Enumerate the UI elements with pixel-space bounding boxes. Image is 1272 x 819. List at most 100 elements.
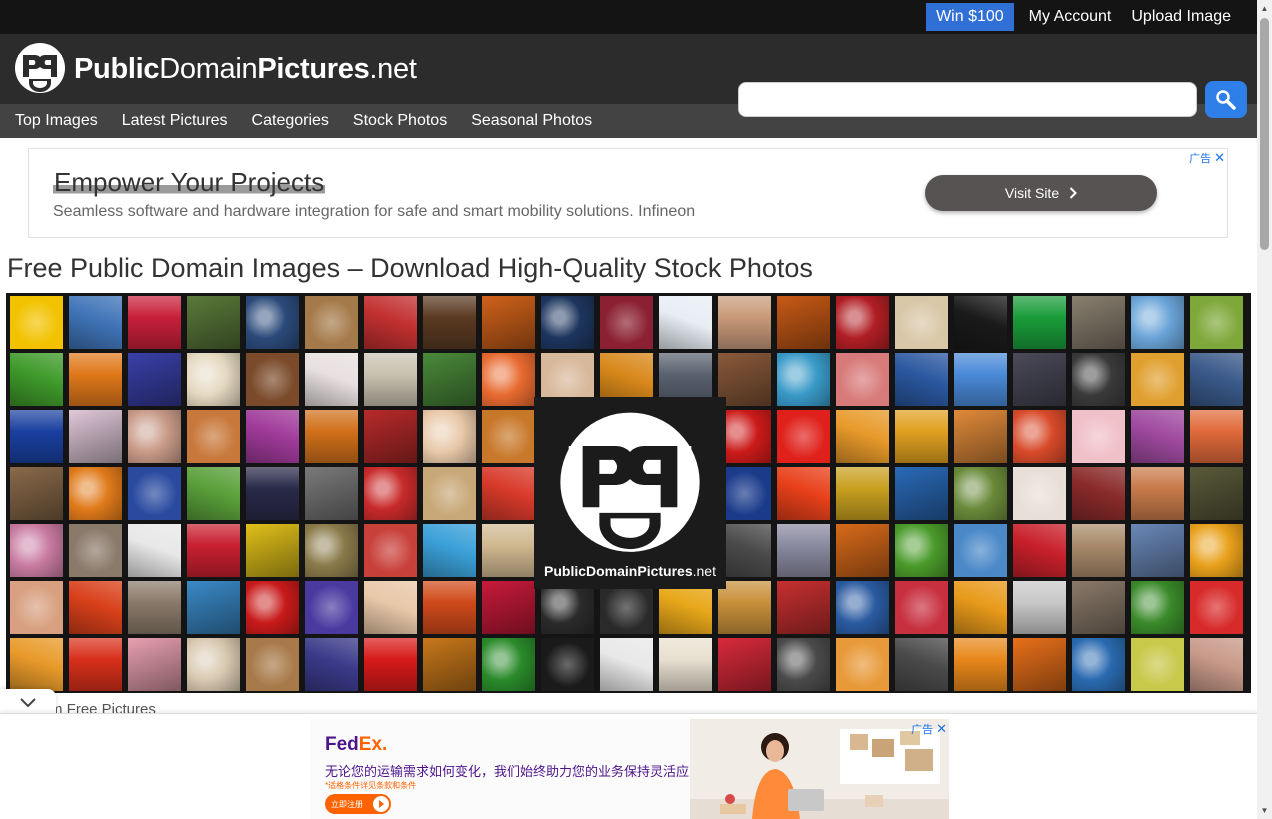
image-thumbnail[interactable] — [718, 296, 771, 349]
image-thumbnail[interactable] — [305, 467, 358, 520]
image-thumbnail[interactable] — [1190, 524, 1243, 577]
image-thumbnail[interactable] — [10, 296, 63, 349]
image-thumbnail[interactable] — [777, 524, 830, 577]
image-thumbnail[interactable] — [1072, 410, 1125, 463]
image-thumbnail[interactable] — [1013, 581, 1066, 634]
image-thumbnail[interactable] — [895, 353, 948, 406]
top-advertisement[interactable]: Empower Your Projects Seamless software … — [28, 148, 1228, 238]
image-thumbnail[interactable] — [954, 353, 1007, 406]
image-thumbnail[interactable] — [836, 410, 889, 463]
image-thumbnail[interactable] — [895, 410, 948, 463]
image-thumbnail[interactable] — [1072, 353, 1125, 406]
image-thumbnail[interactable] — [836, 581, 889, 634]
image-thumbnail[interactable] — [1190, 410, 1243, 463]
nav-stock-photos[interactable]: Stock Photos — [341, 104, 459, 138]
image-thumbnail[interactable] — [482, 524, 535, 577]
scroll-thumb[interactable] — [1260, 18, 1269, 250]
image-thumbnail[interactable] — [482, 296, 535, 349]
image-thumbnail[interactable] — [1013, 410, 1066, 463]
image-thumbnail[interactable] — [246, 638, 299, 691]
image-thumbnail[interactable] — [1190, 296, 1243, 349]
image-thumbnail[interactable] — [482, 353, 535, 406]
image-thumbnail[interactable] — [305, 638, 358, 691]
image-thumbnail[interactable] — [1013, 638, 1066, 691]
image-thumbnail[interactable] — [246, 410, 299, 463]
image-thumbnail[interactable] — [423, 581, 476, 634]
ad-headline[interactable]: Empower Your Projects — [53, 167, 326, 198]
image-thumbnail[interactable] — [1131, 524, 1184, 577]
image-thumbnail[interactable] — [10, 467, 63, 520]
image-thumbnail[interactable] — [836, 467, 889, 520]
image-thumbnail[interactable] — [69, 296, 122, 349]
image-thumbnail[interactable] — [1013, 467, 1066, 520]
image-thumbnail[interactable] — [836, 524, 889, 577]
image-thumbnail[interactable] — [1072, 638, 1125, 691]
image-thumbnail[interactable] — [364, 581, 417, 634]
image-thumbnail[interactable] — [69, 410, 122, 463]
image-thumbnail[interactable] — [954, 581, 1007, 634]
win-100-link[interactable]: Win $100 — [926, 3, 1014, 31]
image-thumbnail[interactable] — [187, 524, 240, 577]
scroll-up-arrow[interactable]: ▲ — [1257, 0, 1272, 17]
image-thumbnail[interactable] — [423, 638, 476, 691]
image-thumbnail[interactable] — [600, 638, 653, 691]
image-thumbnail[interactable] — [10, 524, 63, 577]
pdp-overlay-logo[interactable]: PublicDomainPictures.net — [534, 397, 726, 589]
image-thumbnail[interactable] — [364, 467, 417, 520]
nav-categories[interactable]: Categories — [240, 104, 341, 138]
visit-site-button[interactable]: Visit Site — [925, 175, 1157, 211]
image-thumbnail[interactable] — [187, 467, 240, 520]
image-thumbnail[interactable] — [1131, 353, 1184, 406]
scroll-down-arrow[interactable]: ▼ — [1257, 802, 1272, 819]
image-thumbnail[interactable] — [777, 638, 830, 691]
image-thumbnail[interactable] — [246, 296, 299, 349]
bottom-advertisement[interactable]: FedEx. 无论您的运输需求如何变化，我们始终助力您的业务保持灵活应变。 *适… — [310, 719, 949, 819]
image-thumbnail[interactable] — [1131, 410, 1184, 463]
image-thumbnail[interactable] — [69, 467, 122, 520]
nav-latest-pictures[interactable]: Latest Pictures — [110, 104, 240, 138]
image-thumbnail[interactable] — [364, 638, 417, 691]
image-thumbnail[interactable] — [128, 353, 181, 406]
image-thumbnail[interactable] — [777, 467, 830, 520]
image-thumbnail[interactable] — [482, 467, 535, 520]
image-thumbnail[interactable] — [836, 638, 889, 691]
image-thumbnail[interactable] — [246, 467, 299, 520]
image-thumbnail[interactable] — [187, 410, 240, 463]
image-thumbnail[interactable] — [954, 410, 1007, 463]
image-thumbnail[interactable] — [187, 296, 240, 349]
image-thumbnail[interactable] — [128, 524, 181, 577]
image-thumbnail[interactable] — [954, 296, 1007, 349]
image-thumbnail[interactable] — [364, 296, 417, 349]
image-thumbnail[interactable] — [187, 581, 240, 634]
image-thumbnail[interactable] — [128, 467, 181, 520]
image-thumbnail[interactable] — [482, 581, 535, 634]
image-thumbnail[interactable] — [954, 638, 1007, 691]
image-thumbnail[interactable] — [10, 581, 63, 634]
vertical-scrollbar[interactable]: ▲ ▼ — [1257, 0, 1272, 819]
ad-choices[interactable]: 广告 ✕ — [911, 721, 947, 737]
image-thumbnail[interactable] — [10, 410, 63, 463]
image-thumbnail[interactable] — [1072, 581, 1125, 634]
image-thumbnail[interactable] — [423, 467, 476, 520]
close-icon[interactable]: ✕ — [1214, 150, 1225, 166]
image-thumbnail[interactable] — [305, 410, 358, 463]
image-thumbnail[interactable] — [777, 353, 830, 406]
image-thumbnail[interactable] — [423, 296, 476, 349]
image-thumbnail[interactable] — [1131, 638, 1184, 691]
image-thumbnail[interactable] — [895, 467, 948, 520]
image-thumbnail[interactable] — [895, 296, 948, 349]
image-thumbnail[interactable] — [246, 353, 299, 406]
image-thumbnail[interactable] — [128, 296, 181, 349]
image-thumbnail[interactable] — [895, 581, 948, 634]
register-now-button[interactable]: 立即注册 — [325, 794, 391, 814]
image-thumbnail[interactable] — [305, 353, 358, 406]
site-logo[interactable]: PublicDomainPictures.net — [12, 41, 417, 97]
image-thumbnail[interactable] — [659, 296, 712, 349]
image-thumbnail[interactable] — [836, 296, 889, 349]
image-thumbnail[interactable] — [1013, 296, 1066, 349]
ad-choices[interactable]: 广告 ✕ — [1189, 150, 1225, 166]
image-thumbnail[interactable] — [482, 410, 535, 463]
image-thumbnail[interactable] — [541, 638, 594, 691]
image-thumbnail[interactable] — [777, 296, 830, 349]
image-thumbnail[interactable] — [1072, 467, 1125, 520]
